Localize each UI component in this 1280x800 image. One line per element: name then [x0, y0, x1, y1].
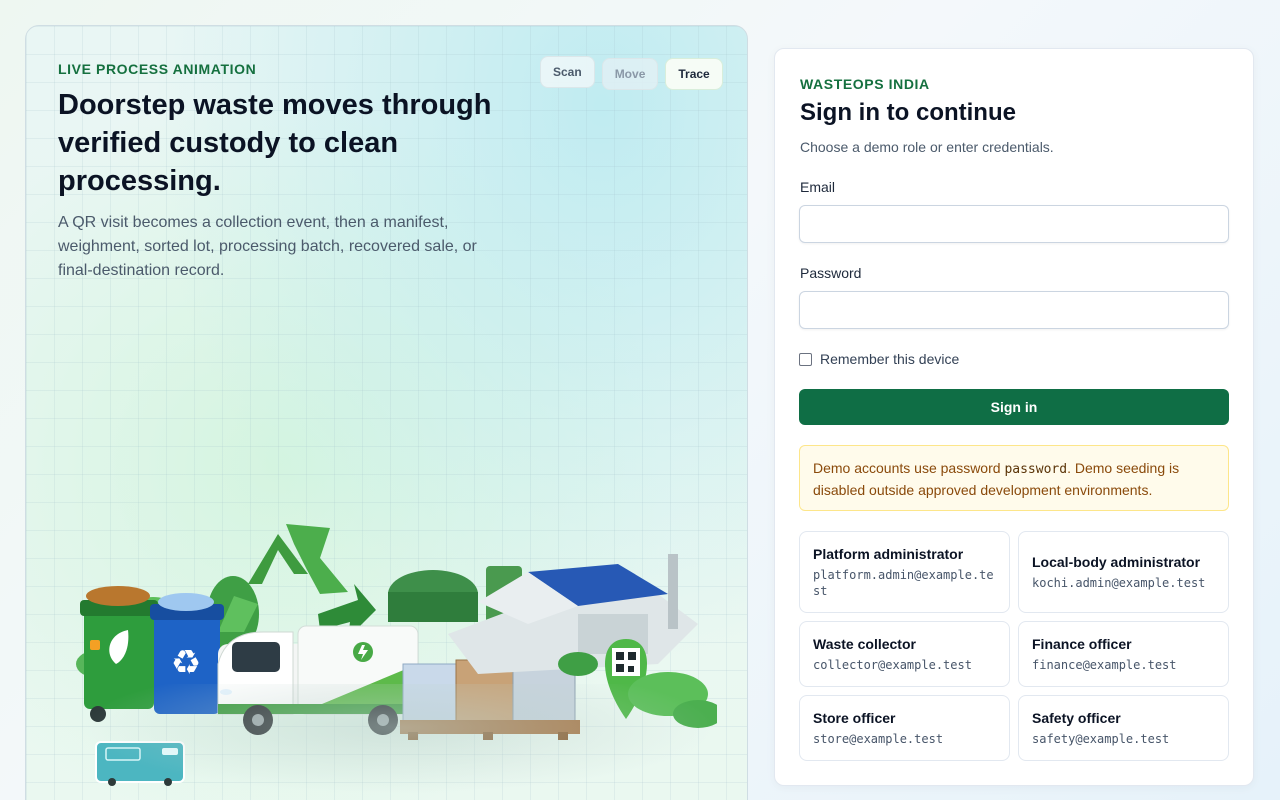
process-hero-panel: LIVE PROCESS ANIMATION Doorstep waste mo…: [25, 25, 748, 800]
notice-password-code: password: [1004, 462, 1068, 477]
role-card-finance-officer[interactable]: Finance officer finance@example.test: [1018, 621, 1229, 687]
waste-process-illustration: ♻: [58, 514, 723, 800]
role-card-safety-officer[interactable]: Safety officer safety@example.test: [1018, 695, 1229, 761]
role-email: collector@example.test: [813, 657, 972, 672]
step-trace[interactable]: Trace: [665, 58, 723, 90]
password-label: Password: [800, 265, 862, 281]
email-label: Email: [800, 179, 836, 195]
remember-label: Remember this device: [820, 351, 960, 367]
processing-plant-icon: [388, 554, 698, 674]
login-title: Sign in to continue: [800, 99, 1016, 126]
remember-checkbox[interactable]: [799, 352, 812, 366]
remember-device-row[interactable]: Remember this device: [799, 351, 959, 367]
role-email: platform.admin@example.test: [813, 567, 994, 598]
role-name: Platform administrator: [813, 545, 964, 562]
role-email: kochi.admin@example.test: [1032, 575, 1206, 590]
role-email: safety@example.test: [1032, 731, 1170, 746]
role-email: finance@example.test: [1032, 657, 1177, 672]
role-name: Safety officer: [1032, 709, 1121, 726]
role-card-platform-admin[interactable]: Platform administrator platform.admin@ex…: [799, 531, 1010, 613]
login-subtitle: Choose a demo role or enter credentials.: [800, 139, 1054, 155]
brand-name: WASTEOPS INDIA: [800, 76, 930, 92]
sign-in-button[interactable]: Sign in: [799, 389, 1229, 425]
hero-title: Doorstep waste moves through verified cu…: [58, 89, 492, 197]
svg-text:♻: ♻: [171, 643, 201, 683]
notice-prefix: Demo accounts use password: [813, 460, 1005, 476]
step-move[interactable]: Move: [601, 58, 659, 90]
role-email: store@example.test: [813, 731, 944, 746]
process-step-tabs: Scan Move Trace: [540, 56, 723, 90]
role-card-waste-collector[interactable]: Waste collector collector@example.test: [799, 621, 1010, 687]
role-name: Finance officer: [1032, 635, 1132, 652]
demo-notice: Demo accounts use password password. Dem…: [799, 445, 1229, 511]
role-card-local-body-admin[interactable]: Local-body administrator kochi.admin@exa…: [1018, 531, 1229, 613]
login-card: WASTEOPS INDIA Sign in to continue Choos…: [774, 48, 1254, 786]
role-name: Waste collector: [813, 635, 916, 652]
hero-eyebrow: LIVE PROCESS ANIMATION: [58, 61, 257, 77]
role-card-store-officer[interactable]: Store officer store@example.test: [799, 695, 1010, 761]
step-scan[interactable]: Scan: [540, 56, 595, 88]
scene-shadow: [78, 684, 718, 794]
role-name: Local-body administrator: [1032, 553, 1201, 570]
role-name: Store officer: [813, 709, 896, 726]
password-input[interactable]: [799, 291, 1229, 329]
hero-description: A QR visit becomes a collection event, t…: [58, 214, 477, 279]
email-input[interactable]: [799, 205, 1229, 243]
